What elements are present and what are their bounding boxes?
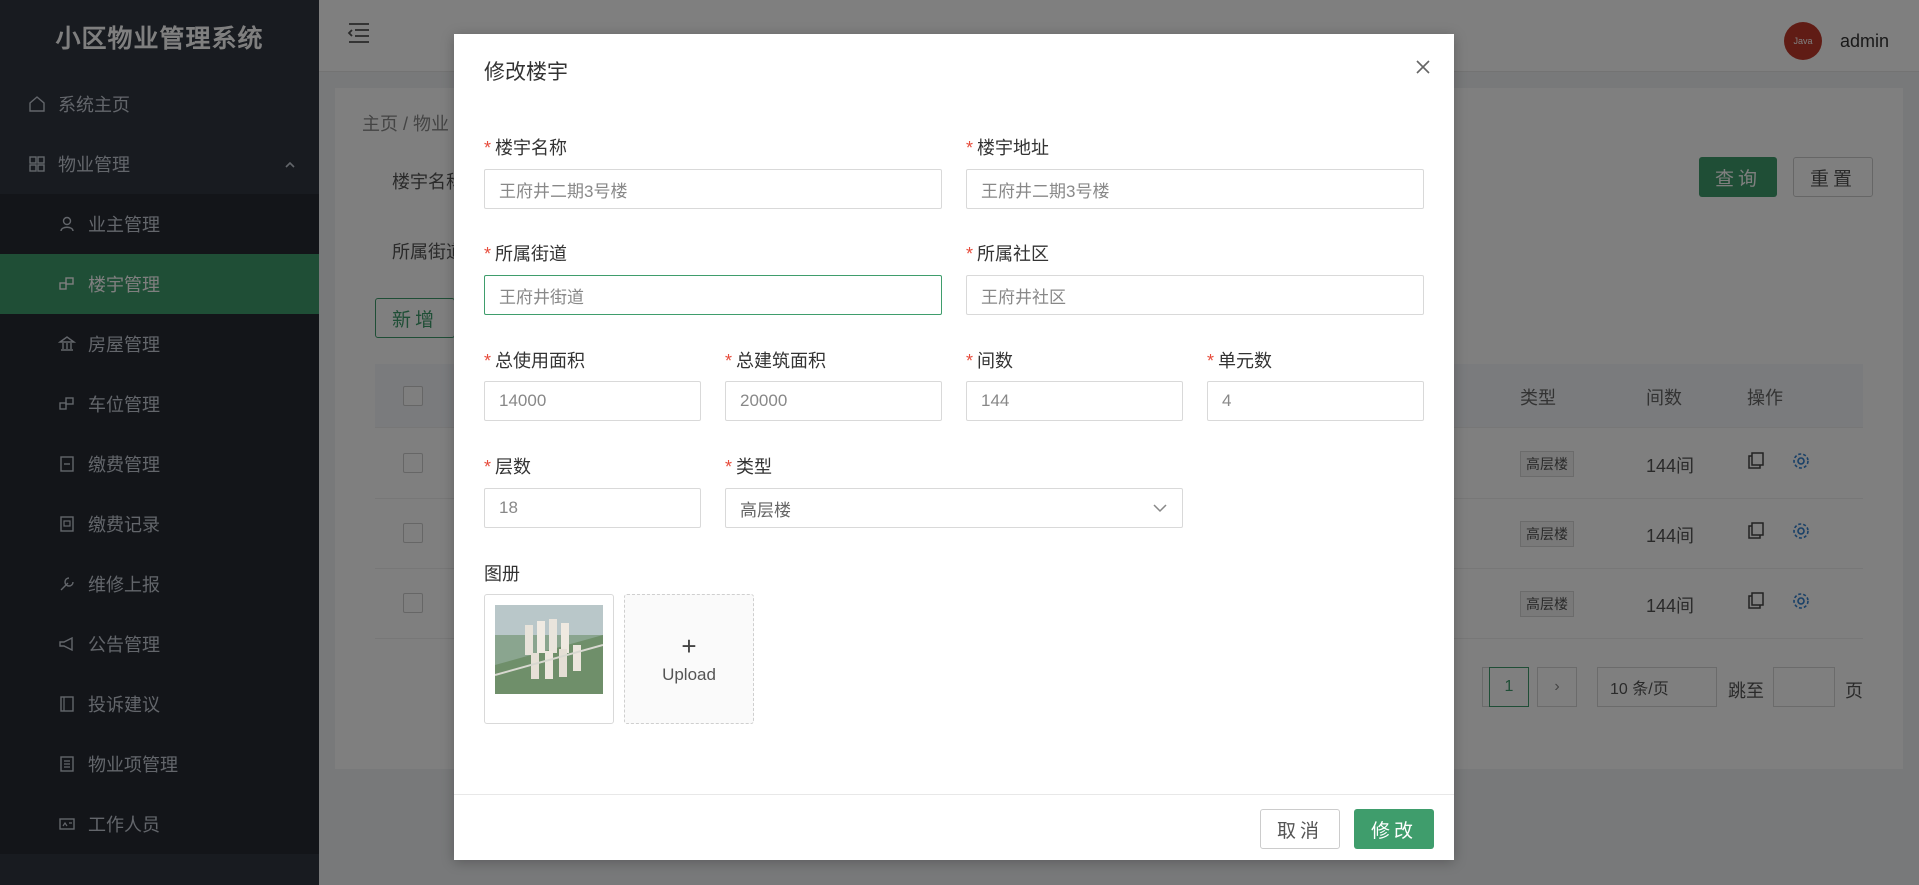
building-name-input[interactable] <box>484 169 942 209</box>
album-image-card[interactable] <box>484 594 614 724</box>
rooms-label: * 间数 <box>966 351 1014 371</box>
total-use-area-label: * 总使用面积 <box>484 351 586 371</box>
total-build-area-label-text: 总建筑面积 <box>736 351 827 371</box>
floors-label-text: 层数 <box>495 457 532 477</box>
building-name-label: * 楼宇名称 <box>484 138 568 158</box>
rooms-input[interactable] <box>966 381 1183 421</box>
chevron-down-icon <box>1152 500 1168 521</box>
type-label-text: 类型 <box>736 457 773 477</box>
type-select-value: 高层楼 <box>740 500 791 520</box>
rooms-label-text: 间数 <box>977 351 1014 371</box>
total-use-area-input[interactable] <box>484 381 701 421</box>
units-label: * 单元数 <box>1207 351 1273 371</box>
upload-label: Upload <box>662 665 716 684</box>
units-label-text: 单元数 <box>1218 351 1273 371</box>
dialog-title: 修改楼宇 <box>484 61 568 84</box>
album-label: 图册 <box>484 564 520 584</box>
dialog-footer: 取消 修改 <box>454 794 1454 860</box>
upload-button[interactable]: + Upload <box>624 594 754 724</box>
building-aerial-image <box>495 605 603 694</box>
edit-building-dialog: 修改楼宇 *楼宇名称 *楼宇地址 *所属街道 *所属社区 *总使用面积 *总建筑… <box>454 34 1454 860</box>
building-address-input[interactable] <box>966 169 1424 209</box>
submit-button[interactable]: 修改 <box>1354 809 1434 849</box>
type-label: * 类型 <box>725 457 773 477</box>
community-label: * 所属社区 <box>966 244 1050 264</box>
building-address-label: * 楼宇地址 <box>966 138 1050 158</box>
building-address-label-text: 楼宇地址 <box>977 138 1050 158</box>
floors-input[interactable] <box>484 488 701 528</box>
total-build-area-label: * 总建筑面积 <box>725 351 827 371</box>
community-input[interactable] <box>966 275 1424 315</box>
street-input[interactable] <box>484 275 942 315</box>
close-icon[interactable] <box>1414 58 1432 81</box>
street-label-text: 所属街道 <box>495 244 568 264</box>
street-label: * 所属街道 <box>484 244 568 264</box>
community-label-text: 所属社区 <box>977 244 1050 264</box>
total-build-area-input[interactable] <box>725 381 942 421</box>
floors-label: * 层数 <box>484 457 532 477</box>
total-use-area-label-text: 总使用面积 <box>495 351 586 371</box>
building-name-label-text: 楼宇名称 <box>495 138 568 158</box>
type-select[interactable]: 高层楼 <box>725 488 1183 528</box>
cancel-button[interactable]: 取消 <box>1260 809 1340 849</box>
plus-icon: + <box>681 631 697 661</box>
units-input[interactable] <box>1207 381 1424 421</box>
